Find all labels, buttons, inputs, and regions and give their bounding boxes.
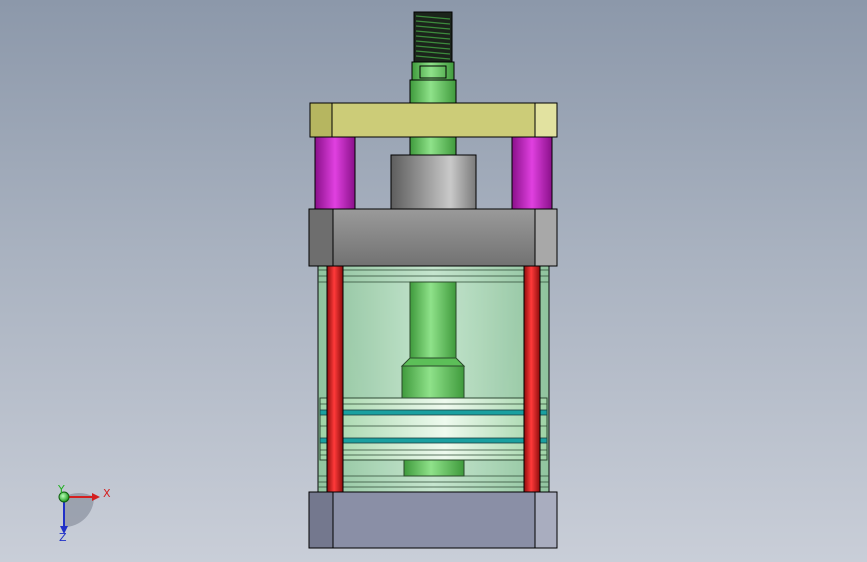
guide-sleeve-left[interactable] [314, 136, 356, 211]
y-axis-label: Y [57, 483, 65, 496]
piston-rod-lower[interactable] [403, 459, 465, 477]
piston-rod-inner[interactable] [400, 281, 466, 399]
axis-triad: X Y Z [57, 483, 111, 544]
x-axis-arrow [92, 493, 100, 501]
3d-viewport[interactable]: X Y Z [0, 0, 867, 562]
tie-rod-left[interactable] [326, 265, 344, 493]
threaded-stud[interactable] [411, 11, 455, 81]
guide-sleeve-right[interactable] [511, 136, 553, 211]
piston-rod-middle[interactable] [409, 136, 457, 156]
top-plate[interactable] [309, 102, 558, 138]
tie-rod-right[interactable] [523, 265, 541, 493]
piston[interactable] [319, 397, 548, 461]
rod-bushing[interactable] [390, 154, 477, 211]
cylinder-assembly-model[interactable]: X Y Z [0, 0, 867, 562]
piston-rod-upper[interactable] [409, 79, 457, 105]
z-axis-label: Z [59, 531, 67, 544]
head-cap[interactable] [308, 208, 558, 267]
x-axis-label: X [103, 487, 111, 500]
base-cap[interactable] [308, 491, 558, 549]
